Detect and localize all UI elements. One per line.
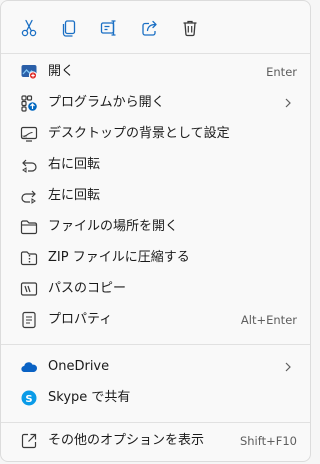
svg-text:S: S	[25, 394, 32, 405]
skype-icon: S	[20, 389, 38, 407]
menu-item-label: プロパティ	[48, 312, 113, 327]
properties-icon	[20, 311, 38, 329]
menu-item-compress-zip[interactable]: ZIP ファイルに圧縮する	[6, 243, 305, 273]
delete-button[interactable]	[176, 14, 204, 42]
divider	[1, 422, 310, 423]
rotate-right-icon	[20, 156, 38, 174]
menu-item-label: 開く	[48, 64, 75, 79]
menu-item-label: その他のオプションを表示	[48, 433, 205, 448]
menu-item-properties[interactable]: プロパティ Alt+Enter	[6, 305, 305, 335]
menu-item-label: ファイルの場所を開く	[48, 219, 179, 234]
copy-icon	[62, 20, 76, 37]
menu-item-label: デスクトップの背景として設定	[48, 126, 230, 141]
rotate-left-icon	[20, 187, 38, 205]
menu-item-label: Skype で共有	[48, 390, 131, 405]
menu-item-label: 右に回転	[48, 157, 101, 172]
shortcut-text: Alt+Enter	[240, 313, 297, 327]
folder-icon	[20, 218, 38, 236]
menu-item-label: パスのコピー	[48, 281, 127, 296]
share-icon	[142, 20, 157, 36]
cut-button[interactable]	[15, 14, 43, 42]
shortcut-text: Enter	[266, 65, 297, 79]
menu-item-rotate-right[interactable]: 右に回転	[6, 150, 305, 180]
open-app-icon	[20, 63, 38, 81]
context-menu: 開く Enter プログラムから開く デスクトップの背景として設定 右に回転 左…	[0, 0, 311, 462]
rename-icon	[100, 20, 116, 36]
menu-item-open[interactable]: 開く Enter	[6, 57, 305, 87]
zip-icon	[20, 249, 38, 267]
menu-item-open-with[interactable]: プログラムから開く	[6, 88, 305, 118]
menu-item-share-skype[interactable]: S Skype で共有	[6, 383, 305, 413]
chevron-right-icon	[285, 98, 291, 108]
shortcut-text: Shift+F10	[239, 434, 297, 448]
chevron-right-icon	[285, 362, 291, 372]
scissors-icon	[21, 19, 37, 37]
menu-item-set-desktop-background[interactable]: デスクトップの背景として設定	[6, 119, 305, 149]
copy-path-icon	[20, 280, 38, 298]
share-button[interactable]	[136, 14, 164, 42]
menu-item-show-more-options[interactable]: その他のオプションを表示 Shift+F10	[6, 426, 305, 456]
menu-item-label: プログラムから開く	[48, 95, 165, 110]
more-options-icon	[20, 432, 38, 450]
menu-item-onedrive[interactable]: OneDrive	[6, 352, 305, 382]
trash-icon	[183, 20, 197, 37]
divider	[1, 53, 310, 54]
divider	[1, 344, 310, 345]
rename-button[interactable]	[95, 14, 123, 42]
menu-item-rotate-left[interactable]: 左に回転	[6, 181, 305, 211]
menu-item-label: OneDrive	[48, 359, 110, 374]
copy-button[interactable]	[55, 14, 83, 42]
open-with-icon	[20, 94, 38, 112]
menu-item-open-file-location[interactable]: ファイルの場所を開く	[6, 212, 305, 242]
context-menu-toolbar	[1, 1, 310, 53]
wallpaper-icon	[20, 125, 38, 143]
menu-item-label: ZIP ファイルに圧縮する	[48, 250, 190, 265]
onedrive-icon	[20, 358, 38, 376]
menu-item-copy-path[interactable]: パスのコピー	[6, 274, 305, 304]
menu-item-label: 左に回転	[48, 188, 101, 203]
